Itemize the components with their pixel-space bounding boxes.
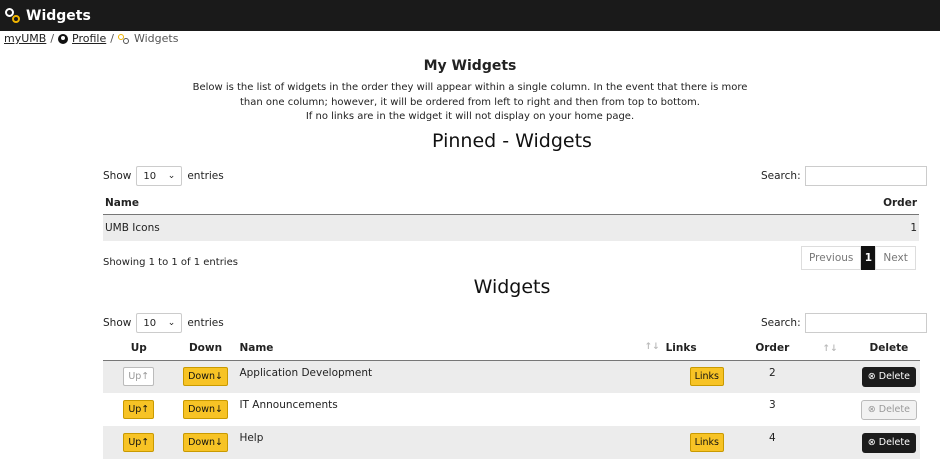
widget-order: 4 [742,426,803,459]
widgets-entries-control: Show 10 ⌄ entries [103,313,224,333]
breadcrumb-home-link[interactable]: myUMB [4,32,46,45]
down-button-label: Down [188,404,215,415]
widgets-section-title: Widgets [473,276,551,298]
user-circle-icon [58,33,69,44]
breadcrumb-profile-link[interactable]: Profile [72,32,106,45]
pinned-table-info: Showing 1 to 1 of 1 entries [103,257,238,268]
widget-order: 3 [768,399,776,411]
entries-value: 10 [143,170,157,182]
arrow-up-icon: ↑ [141,404,150,415]
breadcrumb-current: Widgets [133,32,179,45]
move-down-button[interactable]: Down ↓ [183,367,228,387]
pinned-search: Search: [761,166,927,186]
move-up-button[interactable]: Up ↑ [123,433,155,452]
move-up-button[interactable]: Up ↑ [123,367,155,387]
delete-button[interactable]: ⊗ Delete [861,432,916,453]
show-label: Show [103,170,132,182]
column-header-delete: Delete [857,337,920,361]
pinned-entries-select[interactable]: 10 ⌄ [136,166,183,186]
table-row: Up ↑ Down ↓ IT Announcements 3 ⊗ Delete [103,393,920,426]
entries-label: entries [187,170,224,182]
gears-icon [4,7,22,24]
widget-name: IT Announcements [239,399,338,411]
up-button-label: Up [128,371,142,383]
description-line: than one column; however, it will be ord… [240,96,700,108]
page-heading: My Widgets [423,58,517,74]
move-up-button[interactable]: Up ↑ [123,400,155,419]
breadcrumb-separator: / [50,32,55,45]
up-button-label: Up [128,437,142,448]
page-description: Below is the list of widgets in the orde… [0,81,940,125]
arrow-down-icon: ↓ [215,404,223,415]
column-header-down: Down [174,337,237,361]
column-header-links: Links [662,337,743,361]
chevron-down-icon: ⌄ [167,318,176,328]
widget-name: Application Development [236,360,663,393]
show-label: Show [103,317,132,329]
description-line: If no links are in the widget it will no… [305,111,635,122]
widget-order: 2 [742,360,803,393]
search-label: Search: [761,170,801,182]
widget-name: Help [236,426,663,459]
table-row: Up ↑ Down ↓ Application Development Links 2 ⊗ De… [103,360,920,393]
column-header-name[interactable]: Name ↑↓ [236,337,663,361]
pinned-entries-control: Show 10 ⌄ entries [103,166,224,186]
down-button-label: Down [188,371,215,383]
delete-button-label: Delete [878,404,910,415]
breadcrumb: myUMB / Profile / Widgets [4,32,178,45]
delete-button-label: Delete [878,371,910,383]
pinned-pagination: Previous 1 Next [801,246,916,270]
column-header-order[interactable]: Order [598,192,919,215]
circle-x-icon: ⊗ [867,404,876,415]
delete-button[interactable]: ⊗ Delete [861,366,916,387]
entries-label: entries [187,317,224,329]
sort-icon[interactable]: ↑↓ [645,342,660,352]
arrow-up-icon: ↑ [141,371,150,383]
search-label: Search: [761,317,801,329]
chevron-down-icon: ⌄ [167,171,176,181]
widgets-table: Up Down Name ↑↓ Links Order ↑↓ Delete Up… [103,337,920,459]
widget-name: UMB Icons [103,214,599,241]
page-1-button[interactable]: 1 [861,246,876,270]
column-header-name-label: Name [239,342,274,355]
circle-x-icon: ⊗ [867,371,876,383]
previous-page-button[interactable]: Previous [801,246,862,270]
arrow-up-icon: ↑ [141,437,150,448]
up-button-label: Up [128,404,142,415]
widgets-entries-select[interactable]: 10 ⌄ [136,313,183,333]
entries-value: 10 [143,317,157,329]
breadcrumb-separator: / [110,32,114,45]
widgets-search-input[interactable] [804,313,927,333]
move-down-button[interactable]: Down ↓ [183,400,228,419]
column-header-name[interactable]: Name [103,192,599,215]
next-page-button[interactable]: Next [875,246,916,270]
circle-x-icon: ⊗ [867,437,876,448]
links-button[interactable]: Links [689,433,724,452]
table-row: UMB Icons 1 [103,214,919,241]
arrow-down-icon: ↓ [215,371,223,383]
widget-order: 1 [598,214,919,241]
description-line: Below is the list of widgets in the orde… [192,82,748,93]
down-button-label: Down [188,437,215,448]
table-row: Up ↑ Down ↓ Help Links 4 ⊗ Delete [103,426,920,459]
widgets-search: Search: [761,313,927,333]
pinned-search-input[interactable] [804,166,927,186]
title-bar: Widgets [0,0,940,31]
sort-icon[interactable]: ↑↓ [802,337,858,361]
delete-button[interactable]: ⊗ Delete [860,399,917,420]
pinned-widgets-table: Name Order UMB Icons 1 [103,192,919,241]
column-header-order[interactable]: Order [742,337,803,361]
column-header-up: Up [103,337,175,361]
arrow-down-icon: ↓ [215,437,223,448]
delete-button-label: Delete [878,437,910,448]
gears-icon [117,33,130,44]
pinned-section-title: Pinned - Widgets [432,130,592,152]
window-title: Widgets [26,7,91,24]
move-down-button[interactable]: Down ↓ [183,433,228,452]
links-button[interactable]: Links [689,367,724,387]
